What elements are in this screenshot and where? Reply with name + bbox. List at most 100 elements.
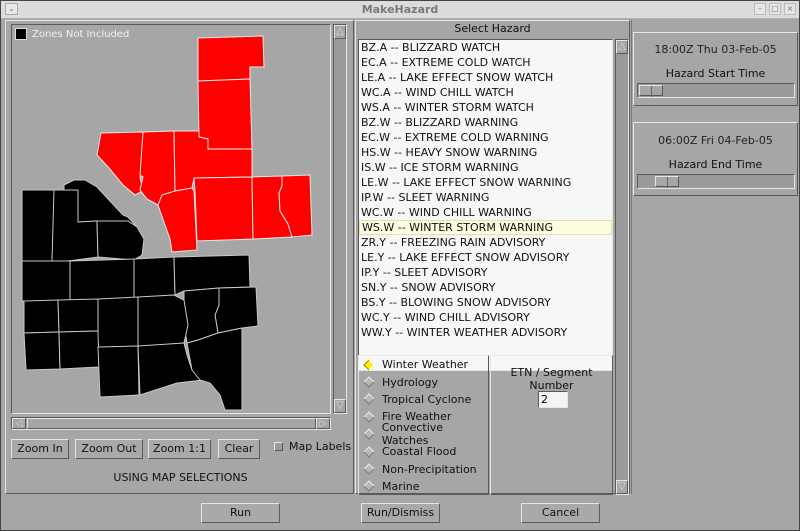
- hazard-list-item[interactable]: LE.Y -- LAKE EFFECT SNOW ADVISORY: [359, 250, 612, 265]
- map-labels-checkbox[interactable]: [274, 442, 283, 451]
- radio-diamond-icon[interactable]: [363, 411, 375, 423]
- map-zone-excluded: [97, 296, 139, 349]
- hazard-list-item[interactable]: EC.A -- EXTREME COLD WATCH: [359, 55, 612, 70]
- makehazard-window: ⌄ MakeHazard – □ × Zones Not Included △ …: [0, 0, 800, 531]
- window-title: MakeHazard: [361, 3, 439, 16]
- select-hazard-title: Select Hazard: [454, 22, 531, 35]
- hazard-list-item[interactable]: IP.Y -- SLEET ADVISORY: [359, 265, 612, 280]
- radio-diamond-icon[interactable]: [363, 359, 375, 371]
- map-zone-excluded: [137, 294, 189, 348]
- end-time-panel: 06:00Z Fri 04-Feb-05 Hazard End Time: [633, 122, 798, 196]
- radio-diamond-icon[interactable]: [363, 376, 375, 388]
- hazard-panel: Select Hazard BZ.A -- BLIZZARD WATCH EC.A…: [355, 20, 630, 495]
- hazard-list-item[interactable]: BZ.A -- BLIZZARD WATCH: [359, 40, 612, 55]
- start-time-label: Hazard Start Time: [665, 67, 766, 80]
- end-time-slider[interactable]: [637, 174, 795, 189]
- category-label: Marine: [382, 479, 420, 493]
- hazard-list-scrollbar[interactable]: △ ▽: [615, 39, 629, 495]
- category-radio[interactable]: Marine: [359, 478, 488, 495]
- map-zone-selected: [157, 187, 198, 253]
- category-label: Tropical Cyclone: [382, 392, 472, 406]
- map-zone-excluded: [97, 345, 140, 398]
- map-labels-toggle[interactable]: Map Labels: [274, 440, 351, 453]
- hazard-list-item[interactable]: WS.A -- WINTER STORM WATCH: [359, 100, 612, 115]
- close-icon[interactable]: ×: [784, 3, 796, 15]
- title-bar[interactable]: ⌄ MakeHazard – □ ×: [1, 1, 799, 19]
- category-label: Hydrology: [382, 375, 439, 389]
- radio-diamond-icon[interactable]: [363, 445, 375, 458]
- zoom-in-button[interactable]: Zoom In: [11, 439, 69, 459]
- maximize-icon[interactable]: □: [769, 3, 781, 15]
- minimize-icon[interactable]: –: [754, 3, 766, 15]
- clear-button[interactable]: Clear: [218, 439, 260, 459]
- hazard-list-item[interactable]: WW.Y -- WINTER WEATHER ADVISORY: [359, 325, 612, 340]
- zone-map-svg[interactable]: [12, 25, 330, 413]
- start-time-slider[interactable]: [637, 83, 795, 98]
- scroll-right-icon[interactable]: ▷: [316, 418, 330, 429]
- map-vertical-scrollbar[interactable]: △ ▽: [333, 24, 347, 414]
- cancel-button[interactable]: Cancel: [521, 503, 600, 523]
- hazard-list-item[interactable]: BZ.W -- BLIZZARD WARNING: [359, 115, 612, 130]
- category-radio[interactable]: Hydrology: [359, 373, 488, 390]
- hazard-category-radio-group: Winter Weather Hydrology Tropical Cyclone F…: [358, 355, 489, 495]
- hazard-list[interactable]: BZ.A -- BLIZZARD WATCH EC.A -- EXTREME CO…: [358, 39, 613, 371]
- hazard-list-item[interactable]: LE.W -- LAKE EFFECT SNOW WARNING: [359, 175, 612, 190]
- map-panel: Zones Not Included △ ▽ ◁ ▷ Zoom In Zoom …: [5, 20, 354, 494]
- category-radio[interactable]: Winter Weather: [359, 356, 488, 373]
- scroll-down-icon[interactable]: ▽: [616, 480, 628, 494]
- end-time-value: 06:00Z Fri 04-Feb-05: [658, 134, 773, 147]
- category-label: Convective Watches: [381, 421, 444, 448]
- etn-panel: ETN / Segment Number: [490, 355, 613, 495]
- category-label: Winter Weather: [382, 358, 469, 372]
- map-zone-selected: [96, 131, 144, 196]
- scroll-left-icon[interactable]: ◁: [12, 418, 26, 429]
- map-zone-excluded: [23, 299, 60, 334]
- map-zone-excluded: [69, 258, 135, 302]
- radio-diamond-icon[interactable]: [363, 480, 375, 493]
- start-time-slider-thumb[interactable]: [639, 85, 663, 97]
- hazard-list-item[interactable]: LE.A -- LAKE EFFECT SNOW WATCH: [359, 70, 612, 85]
- start-time-panel: 18:00Z Thu 03-Feb-05 Hazard Start Time: [633, 32, 798, 106]
- map-zone-selected: [193, 176, 254, 242]
- hazard-list-item[interactable]: BS.Y -- BLOWING SNOW ADVISORY: [359, 295, 612, 310]
- map-horizontal-scrollbar[interactable]: ◁ ▷: [11, 417, 331, 430]
- category-radio[interactable]: Convective Watches: [359, 421, 488, 447]
- zoom-out-button[interactable]: Zoom Out: [75, 439, 143, 459]
- end-time-label: Hazard End Time: [668, 158, 763, 171]
- scroll-up-icon[interactable]: △: [334, 25, 346, 39]
- category-radio[interactable]: Tropical Cyclone: [359, 391, 488, 408]
- map-zone-excluded: [133, 256, 176, 299]
- radio-diamond-icon[interactable]: [363, 463, 375, 475]
- hazard-list-item[interactable]: ZR.Y -- FREEZING RAIN ADVISORY: [359, 235, 612, 250]
- map-zone-excluded: [96, 220, 145, 261]
- hazard-list-item[interactable]: SN.Y -- SNOW ADVISORY: [359, 280, 612, 295]
- map-zone-selected: [197, 35, 265, 82]
- zoom-1-1-button[interactable]: Zoom 1:1: [148, 439, 211, 459]
- map-zone-excluded: [57, 298, 99, 333]
- hazard-list-item[interactable]: WS.W -- WINTER STORM WARNING: [359, 220, 612, 235]
- radio-diamond-icon[interactable]: [363, 428, 375, 440]
- map-zone-excluded: [23, 331, 61, 371]
- h-scroll-thumb[interactable]: [27, 418, 316, 429]
- end-time-slider-thumb[interactable]: [654, 176, 679, 188]
- etn-label: ETN / Segment Number: [510, 366, 593, 392]
- hazard-list-item[interactable]: WC.A -- WIND CHILL WATCH: [359, 85, 612, 100]
- hazard-list-item[interactable]: IS.W -- ICE STORM WARNING: [359, 160, 612, 175]
- category-label: Coastal Flood: [382, 445, 457, 459]
- hazard-list-item[interactable]: WC.W -- WIND CHILL WARNING: [359, 205, 612, 220]
- hazard-list-item[interactable]: HS.W -- HEAVY SNOW WARNING: [359, 145, 612, 160]
- map-zone-excluded: [186, 327, 243, 411]
- radio-diamond-icon[interactable]: [363, 393, 375, 406]
- hazard-list-item[interactable]: WC.Y -- WIND CHILL ADVISORY: [359, 310, 612, 325]
- scroll-down-icon[interactable]: ▽: [334, 399, 346, 413]
- hazard-list-item[interactable]: EC.W -- EXTREME COLD WARNING: [359, 130, 612, 145]
- etn-input[interactable]: [538, 391, 568, 408]
- run-button[interactable]: Run: [201, 503, 280, 523]
- category-radio[interactable]: Non-Precipitation: [359, 460, 488, 477]
- map-zone-excluded: [214, 286, 259, 334]
- scroll-up-icon[interactable]: △: [616, 40, 628, 54]
- run-dismiss-button[interactable]: Run/Dismiss: [361, 503, 440, 523]
- zone-map[interactable]: Zones Not Included: [11, 24, 331, 414]
- hazard-list-item[interactable]: IP.W -- SLEET WARNING: [359, 190, 612, 205]
- map-status-text: USING MAP SELECTIONS: [113, 471, 248, 484]
